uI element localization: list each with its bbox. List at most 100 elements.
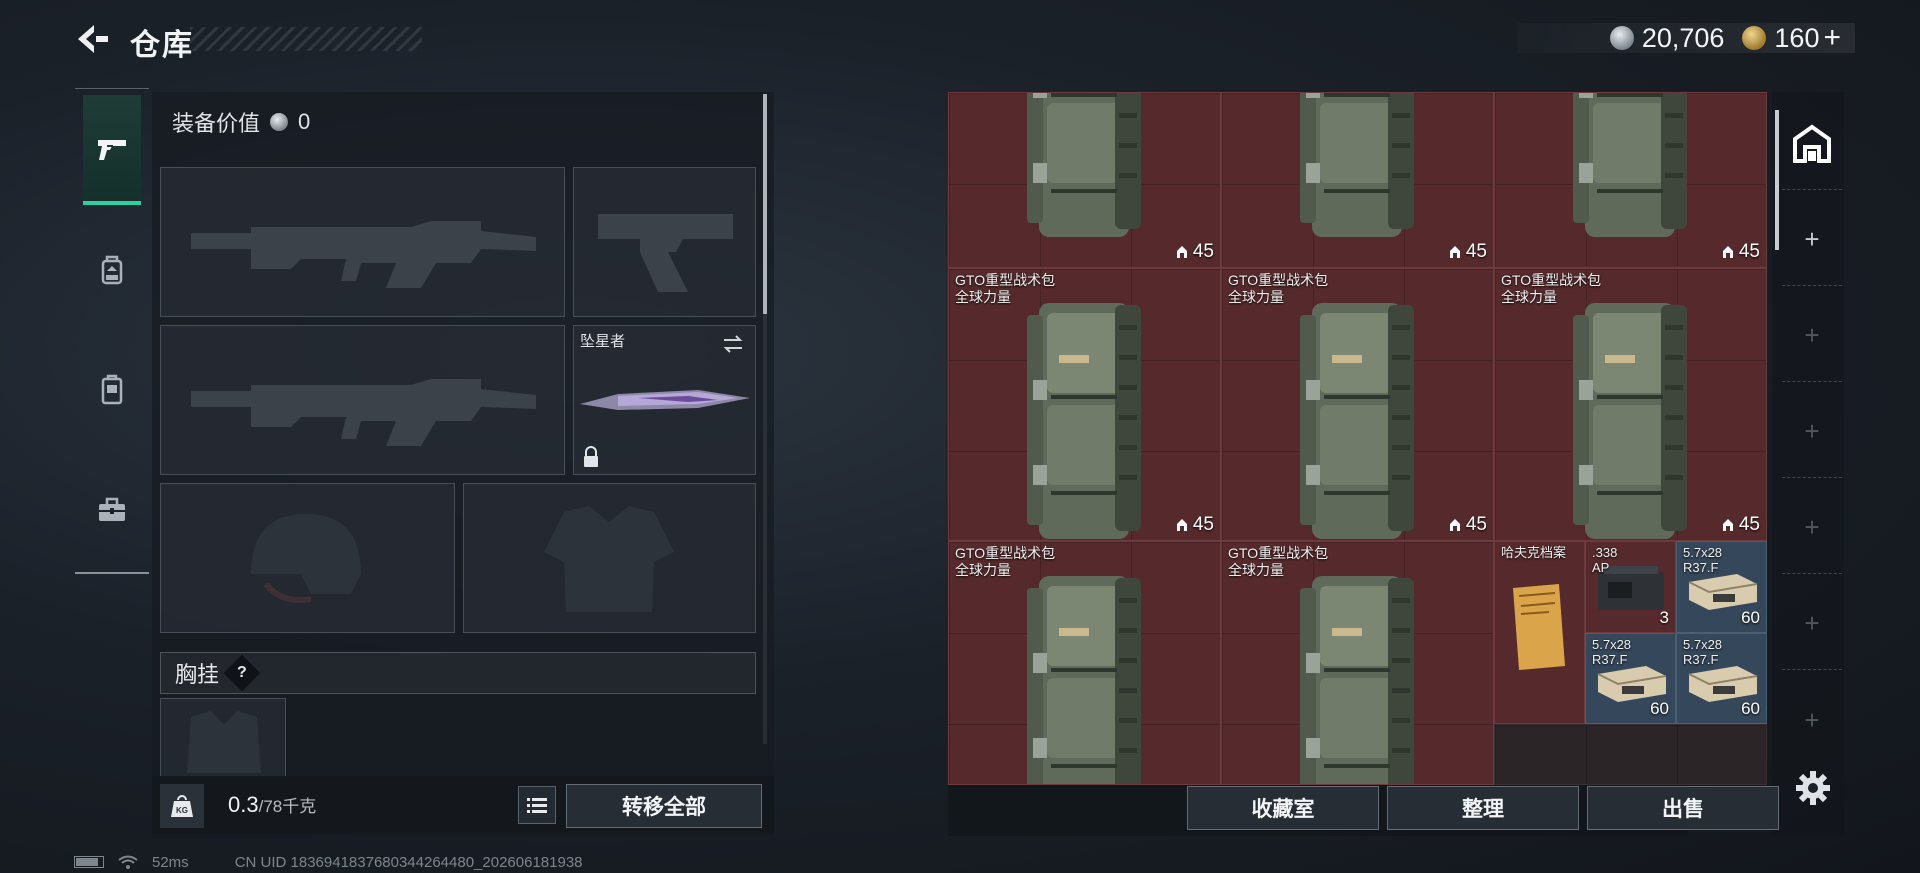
item-name: 哈夫克档案	[1501, 545, 1566, 560]
gold-amount: 160	[1774, 22, 1820, 53]
inventory-item-document[interactable]: 哈夫克档案	[1494, 541, 1585, 724]
item-durability: 45	[1175, 514, 1214, 536]
battery-icon	[74, 856, 104, 868]
inventory-item-ammo[interactable]: 5.7x28 R37.F 60	[1585, 633, 1676, 724]
svg-text:KG: KG	[176, 806, 188, 815]
empty-grid-area[interactable]	[1494, 724, 1767, 785]
item-name: GTO重型战术包 全球力量	[1228, 545, 1328, 579]
backpack-item-icon	[1027, 576, 1141, 784]
pistol-icon	[98, 140, 126, 160]
helmet-silhouette-icon	[251, 514, 361, 603]
loadout-scroll-thumb[interactable]	[763, 94, 767, 314]
user-uid: CN UID 1836941837680344264480_2026061819…	[234, 853, 583, 871]
item-subtitle: R37.F	[1592, 652, 1628, 667]
inventory-item-backpack[interactable]: 45	[1494, 92, 1767, 268]
backpack-item-icon	[1300, 576, 1414, 784]
durability-icon	[1722, 246, 1733, 258]
inventory-item-backpack[interactable]: GTO重型战术包 全球力量 45	[948, 268, 1221, 541]
item-title: GTO重型战术包	[955, 272, 1056, 288]
rail-scrollbar[interactable]	[1775, 110, 1779, 250]
gold-currency[interactable]: 160 +	[1742, 23, 1841, 54]
item-count: 45	[1192, 241, 1214, 262]
equipment-value: 装备价值 0	[172, 106, 310, 138]
transfer-all-button[interactable]: 转移全部	[566, 784, 762, 828]
settings-gear-icon[interactable]	[1795, 770, 1831, 806]
inventory-item-backpack[interactable]: 45	[1221, 92, 1494, 268]
inventory-item-backpack[interactable]: GTO重型战术包 全球力量	[1221, 541, 1494, 785]
item-name: .338 AP	[1592, 545, 1617, 575]
add-tab-button[interactable]: +	[1782, 194, 1842, 286]
item-title: 5.7x28	[1592, 637, 1632, 652]
back-arrow-icon[interactable]	[74, 22, 110, 56]
add-tab-button[interactable]: +	[1782, 386, 1842, 478]
item-name: 5.7x28 R37.F	[1683, 637, 1722, 667]
chest-rig-silhouette-icon	[187, 711, 261, 773]
inventory-item-backpack[interactable]: GTO重型战术包 全球力量 45	[1221, 268, 1494, 541]
nav-weapons[interactable]	[83, 95, 141, 205]
item-count: 45	[1738, 241, 1760, 262]
item-subtitle: R37.F	[1683, 560, 1719, 575]
inventory-item-backpack[interactable]: 45	[948, 92, 1221, 268]
backpack-item-icon	[1027, 303, 1141, 539]
item-title: GTO重型战术包	[955, 545, 1056, 561]
backpack-icon	[101, 255, 123, 285]
melee-slot[interactable]: 坠星者	[573, 325, 756, 475]
pistol-silhouette-icon	[598, 214, 733, 292]
nav-armor[interactable]	[83, 335, 141, 445]
secondary-weapon-slot[interactable]	[160, 325, 565, 475]
nav-tools[interactable]	[83, 455, 141, 565]
add-currency-icon[interactable]: +	[1823, 23, 1841, 53]
helmet-slot[interactable]	[160, 483, 455, 633]
add-tab-button[interactable]: +	[1782, 290, 1842, 382]
item-durability: 45	[1175, 241, 1214, 263]
inventory-item-ammo[interactable]: 5.7x28 R37.F 60	[1676, 633, 1767, 724]
top-bar: 仓库 20,706 160 +	[0, 0, 1920, 80]
loadout-footer: KG 0.3/78千克 转移全部	[152, 776, 774, 834]
melee-name: 坠星者	[580, 333, 626, 350]
warehouse-grid: 45 45 45 GTO重型战术包 全球力量 45 GTO重型战术包 全球力量 …	[948, 92, 1767, 836]
sell-button[interactable]: 出售	[1587, 786, 1779, 830]
item-count: 60	[1741, 699, 1760, 718]
backpack-item-icon	[1573, 303, 1687, 539]
primary-weapon-slot[interactable]	[160, 167, 565, 317]
nav-backpack[interactable]	[83, 215, 141, 325]
pistol-slot[interactable]	[573, 167, 756, 317]
currency-bar: 20,706 160 +	[1517, 23, 1855, 53]
swap-icon[interactable]	[721, 332, 745, 356]
add-tab-button[interactable]: +	[1782, 482, 1842, 574]
add-tab-button[interactable]: +	[1782, 578, 1842, 670]
warehouse-tab-main[interactable]	[1782, 98, 1842, 190]
add-tab-button[interactable]: +	[1782, 674, 1842, 766]
silver-coin-icon	[1609, 26, 1634, 50]
durability-icon	[1449, 519, 1460, 531]
list-view-button[interactable]	[518, 786, 556, 824]
backpack-item-icon	[1300, 303, 1414, 539]
carry-weight-max: /78千克	[258, 797, 317, 816]
item-count: 60	[1650, 699, 1669, 718]
item-subtitle: 全球力量	[1228, 289, 1284, 305]
organize-button[interactable]: 整理	[1387, 786, 1579, 830]
item-name: GTO重型战术包 全球力量	[955, 272, 1055, 306]
item-subtitle: 全球力量	[955, 289, 1011, 305]
item-subtitle: 全球力量	[1228, 562, 1284, 578]
item-durability: 45	[1448, 514, 1487, 536]
carry-weight: 0.3/78千克	[228, 792, 316, 818]
item-name: GTO重型战术包 全球力量	[1501, 272, 1601, 306]
item-name: GTO重型战术包 全球力量	[955, 545, 1055, 579]
item-count: 45	[1465, 514, 1487, 535]
armor-slot[interactable]	[463, 483, 756, 633]
inventory-item-backpack[interactable]: GTO重型战术包 全球力量 45	[1494, 268, 1767, 541]
help-icon[interactable]: ?	[223, 654, 261, 692]
item-title: GTO重型战术包	[1228, 545, 1329, 561]
inventory-item-backpack[interactable]: GTO重型战术包 全球力量	[948, 541, 1221, 785]
item-name: 5.7x28 R37.F	[1683, 545, 1722, 575]
collection-room-button[interactable]: 收藏室	[1187, 786, 1379, 830]
item-count: 60	[1741, 608, 1760, 627]
item-durability: 45	[1448, 241, 1487, 263]
inventory-item-ammo[interactable]: 5.7x28 R37.F 60	[1676, 541, 1767, 633]
page-title: 仓库	[130, 29, 194, 62]
device-status-bar: 52ms CN UID 1836941837680344264480_20260…	[74, 852, 583, 872]
inventory-item-ammo[interactable]: .338 AP 3	[1585, 541, 1676, 633]
silver-amount: 20,706	[1641, 22, 1725, 53]
chest-rig-slot[interactable]	[160, 698, 286, 778]
